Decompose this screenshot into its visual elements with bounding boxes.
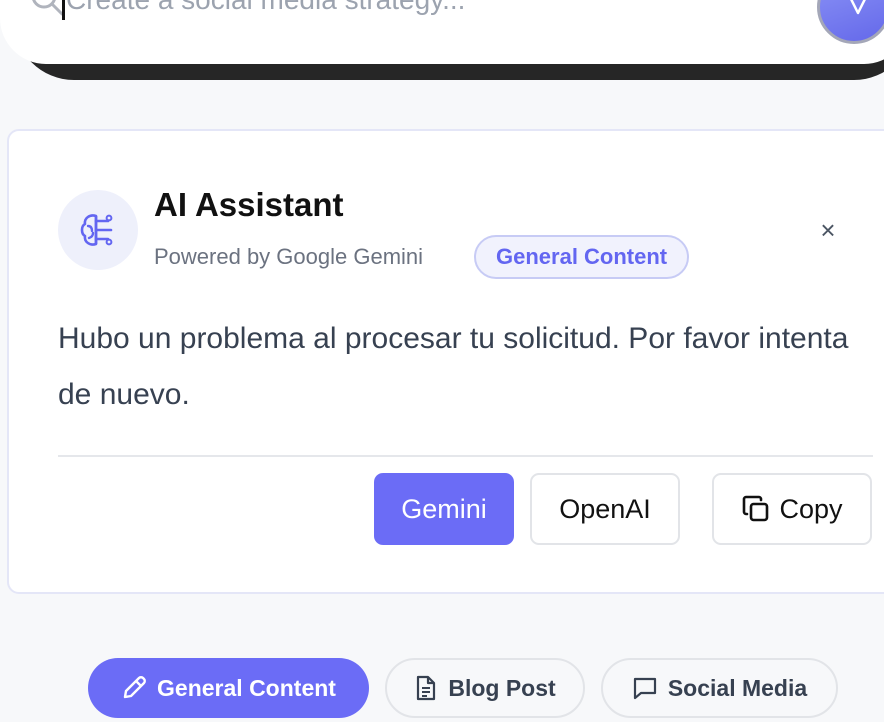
document-icon [417, 675, 436, 701]
brain-icon [80, 214, 113, 246]
divider [58, 455, 873, 457]
search-icon [32, 0, 64, 16]
gemini-button-label: Gemini [401, 493, 487, 524]
openai-button[interactable]: OpenAI [530, 473, 680, 545]
assistant-message: Hubo un problema al procesar tu solicitu… [58, 322, 849, 411]
pencil-icon [123, 676, 146, 699]
tab-social-media-label: Social Media [667, 674, 808, 701]
copy-button[interactable]: Copy [712, 473, 872, 545]
search-input[interactable] [66, 0, 766, 22]
assistant-card: AI Assistant Powered by Google Gemini Ge… [7, 129, 884, 594]
tab-general-content[interactable]: General Content [88, 658, 369, 718]
chat-bubble-icon [633, 677, 656, 700]
assistant-avatar [58, 190, 138, 270]
tab-blog-post-label: Blog Post [448, 674, 556, 701]
assistant-title: AI Assistant [154, 186, 344, 223]
copy-icon [743, 495, 769, 522]
close-button[interactable]: × [813, 213, 843, 247]
copy-button-label: Copy [779, 493, 843, 524]
tab-social-media[interactable]: Social Media [601, 658, 838, 718]
send-icon [850, 0, 866, 15]
content-type-badge: General Content [474, 235, 690, 279]
gemini-button[interactable]: Gemini [374, 473, 514, 545]
tab-general-content-label: General Content [157, 674, 336, 701]
openai-button-label: OpenAI [559, 493, 651, 524]
assistant-subtitle: Powered by Google Gemini [154, 244, 424, 269]
text-caret [62, 0, 65, 20]
tab-blog-post[interactable]: Blog Post [385, 658, 585, 718]
